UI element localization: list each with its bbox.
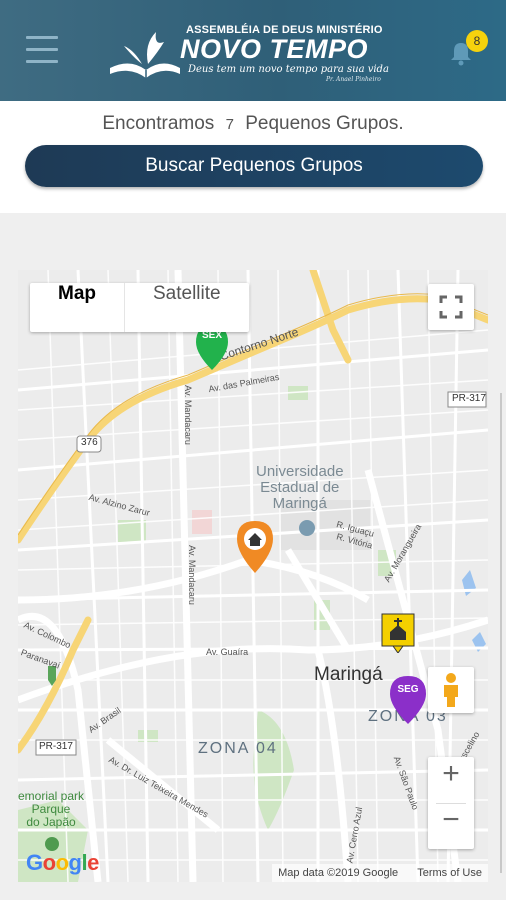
label-university-2: Estadual de bbox=[260, 479, 340, 496]
map-data-credit[interactable]: Map data ©2019 Google bbox=[278, 867, 398, 879]
logo-title: NOVO TEMPO bbox=[180, 34, 369, 64]
label-zona04: ZONA 04 bbox=[198, 740, 278, 757]
label-memorial: emorial park Parque do Japão bbox=[18, 790, 84, 829]
label-pr317-bottom: PR-317 bbox=[39, 741, 73, 752]
map-type-control: Map Satellite bbox=[30, 283, 249, 332]
marker-sex[interactable]: SEX bbox=[194, 326, 230, 370]
label-maringa: Maringá bbox=[314, 664, 383, 685]
home-pin-icon bbox=[237, 521, 273, 573]
fullscreen-icon bbox=[439, 295, 463, 319]
menu-icon[interactable] bbox=[26, 36, 58, 64]
google-logo: Google bbox=[26, 850, 99, 875]
fullscreen-button[interactable] bbox=[428, 284, 474, 330]
found-prefix: Encontramos bbox=[102, 113, 215, 134]
found-count: 7 bbox=[225, 116, 234, 133]
label-av-mandacaru-mid: Av. Mandacaru bbox=[186, 545, 197, 605]
logo-pastor: Pr. Anael Pinheiro bbox=[326, 76, 381, 83]
label-university-1: Universidade bbox=[256, 463, 344, 480]
notification-badge[interactable]: 8 bbox=[466, 30, 488, 52]
logo-tagline: Deus tem um novo tempo para sua vida bbox=[188, 64, 389, 75]
label-376: 376 bbox=[81, 437, 98, 448]
groups-found-text: Encontramos 7 Pequenos Grupos. bbox=[0, 113, 506, 135]
search-panel: Encontramos 7 Pequenos Grupos. Buscar Pe… bbox=[0, 101, 506, 213]
marker-church[interactable] bbox=[381, 613, 415, 654]
label-av-mandacaru-top: Av. Mandacaru bbox=[182, 385, 193, 445]
marker-seg[interactable]: SEG bbox=[390, 676, 426, 724]
app-header: ASSEMBLÉIA DE DEUS MINISTÉRIO NOVO TEMPO… bbox=[0, 0, 506, 101]
pegman-icon bbox=[444, 673, 458, 707]
map-canvas[interactable] bbox=[18, 270, 488, 882]
marker-home[interactable] bbox=[237, 521, 273, 573]
label-university: Universidade Estadual de Maringá bbox=[256, 464, 344, 512]
church-icon bbox=[381, 613, 415, 654]
scrollbar[interactable] bbox=[500, 393, 502, 873]
label-memorial-3: do Japão bbox=[26, 815, 76, 829]
logo: ASSEMBLÉIA DE DEUS MINISTÉRIO NOVO TEMPO… bbox=[104, 24, 394, 86]
marker-seg-label: SEG bbox=[397, 684, 419, 695]
search-groups-button[interactable]: Buscar Pequenos Grupos bbox=[25, 145, 483, 187]
zoom-out-button[interactable]: − bbox=[428, 803, 474, 849]
map-type-satellite-button[interactable]: Satellite bbox=[125, 283, 249, 332]
label-university-3: Maringá bbox=[272, 495, 327, 512]
terms-of-use-link[interactable]: Terms of Use bbox=[417, 867, 482, 879]
zoom-in-button[interactable]: + bbox=[428, 757, 474, 803]
map-attribution: Map data ©2019 Google Terms of Use bbox=[272, 864, 488, 882]
map-type-map-button[interactable]: Map bbox=[30, 283, 125, 332]
label-av-guaira: Av. Guaíra bbox=[206, 647, 249, 657]
label-pr317-top: PR-317 bbox=[452, 393, 486, 404]
street-view-button[interactable] bbox=[428, 667, 474, 713]
found-suffix: Pequenos Grupos. bbox=[245, 113, 404, 134]
map-view[interactable]: Contorno Norte Av. das Palmeiras PR-317 … bbox=[18, 270, 488, 882]
zoom-control: + − bbox=[428, 757, 474, 849]
book-dove-logo-icon bbox=[110, 32, 180, 78]
